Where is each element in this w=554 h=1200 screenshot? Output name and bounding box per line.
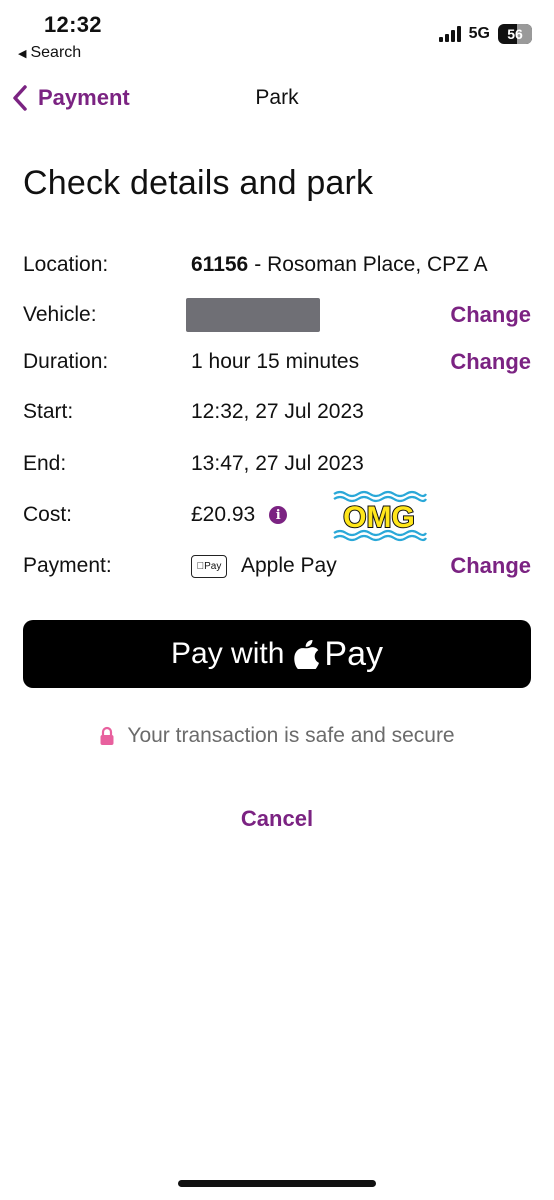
cost-value: £20.93 xyxy=(191,503,256,526)
vehicle-label: Vehicle: xyxy=(23,303,97,326)
network-label: 5G xyxy=(468,25,490,42)
start-value: 12:32, 27 Jul 2023 xyxy=(191,400,364,423)
payment-value: Pay Apple Pay xyxy=(191,554,450,578)
apple-logo-icon xyxy=(294,639,320,669)
vehicle-change-button[interactable]: Change xyxy=(450,302,531,328)
pay-with-apple-pay-button[interactable]: Pay with Pay xyxy=(23,620,531,688)
status-back-label: Search xyxy=(30,44,82,61)
page-title: Check details and park xyxy=(23,164,374,202)
location-name: - Rosoman Place, CPZ A xyxy=(254,253,488,276)
screen: 12:32 ◀ Search 5G 56 Payment Park Check … xyxy=(0,0,554,1200)
duration-row: Duration: 1 hour 15 minutes Change xyxy=(23,342,531,382)
pay-button-suffix: Pay xyxy=(324,634,383,673)
omg-sticker-text: OMG xyxy=(343,501,415,534)
cost-label: Cost: xyxy=(23,503,73,526)
lock-icon xyxy=(100,726,114,745)
duration-change-button[interactable]: Change xyxy=(450,349,531,375)
location-code: 61156 xyxy=(191,253,249,276)
cancel-button[interactable]: Cancel xyxy=(0,806,554,832)
vehicle-row: Vehicle: Change xyxy=(23,295,531,335)
secure-note: Your transaction is safe and secure xyxy=(0,724,554,748)
status-back-link[interactable]: ◀ Search xyxy=(18,44,81,62)
vehicle-value xyxy=(186,298,450,332)
apple-pay-mark-icon: Pay xyxy=(191,554,227,578)
payment-label: Payment: xyxy=(23,554,112,577)
location-label: Location: xyxy=(23,253,109,276)
start-row: Start: 12:32, 27 Jul 2023 xyxy=(23,392,531,432)
end-row: End: 13:47, 27 Jul 2023 xyxy=(23,444,531,484)
duration-value: 1 hour 15 minutes xyxy=(191,350,360,373)
battery-percent: 56 xyxy=(507,26,523,42)
nav-title: Park xyxy=(255,86,299,109)
status-time: 12:32 xyxy=(44,12,102,37)
status-indicators: 5G 56 xyxy=(438,24,532,44)
payment-change-button[interactable]: Change xyxy=(450,553,531,579)
apple-pay-mark-text: Pay xyxy=(200,560,221,572)
location-row: Location: 61156 - Rosoman Place, CPZ A xyxy=(23,245,531,285)
start-label: Start: xyxy=(23,400,74,423)
secure-note-text: Your transaction is safe and secure xyxy=(127,724,455,747)
home-indicator[interactable] xyxy=(178,1180,376,1187)
cost-row: Cost: £20.93 i xyxy=(23,495,531,535)
duration-label: Duration: xyxy=(23,350,109,373)
payment-method: Apple Pay xyxy=(241,554,337,577)
vehicle-redacted-plate xyxy=(186,298,320,332)
end-label: End: xyxy=(23,452,67,475)
end-value: 13:47, 27 Jul 2023 xyxy=(191,452,364,475)
omg-sticker: OMG xyxy=(333,490,427,542)
payment-row: Payment: Pay Apple Pay Change xyxy=(23,546,531,586)
location-value: 61156 - Rosoman Place, CPZ A xyxy=(191,253,531,277)
battery-icon: 56 xyxy=(498,24,532,44)
pay-button-prefix: Pay with xyxy=(171,637,285,670)
info-icon[interactable]: i xyxy=(269,506,288,524)
back-triangle-icon: ◀ xyxy=(18,47,27,60)
signal-icon xyxy=(438,26,461,42)
